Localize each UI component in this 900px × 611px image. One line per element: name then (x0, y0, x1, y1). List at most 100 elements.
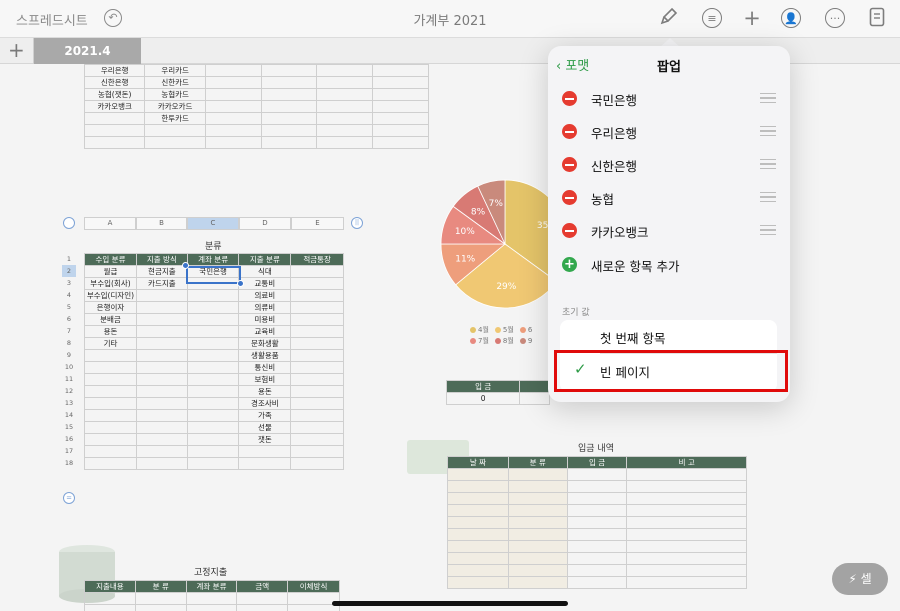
table-cell[interactable] (204, 112, 262, 125)
format-back-button[interactable]: ‹ 포맷 (556, 55, 589, 74)
row-number[interactable]: 4 (62, 289, 76, 301)
row-number[interactable]: 1 (62, 253, 76, 265)
sort-icon[interactable]: ≡ (702, 8, 722, 28)
table-cell[interactable]: 의료비 (238, 289, 292, 302)
popup-item-label[interactable]: 우리은행 (591, 123, 637, 142)
table-select-handle[interactable] (63, 217, 75, 229)
table-cell[interactable] (447, 552, 509, 565)
table-cell[interactable] (83, 136, 146, 149)
table-cell[interactable] (186, 385, 240, 398)
table-cell[interactable] (135, 385, 188, 398)
add-icon[interactable]: + (741, 7, 763, 29)
table-cell[interactable] (507, 516, 568, 529)
table-cell[interactable] (135, 457, 188, 470)
table-cell[interactable]: 미용비 (238, 313, 292, 326)
selection-handle-end[interactable] (237, 280, 244, 287)
undo-icon[interactable]: ↶ (104, 9, 122, 27)
table-cell[interactable] (290, 265, 344, 278)
drag-handle-icon[interactable] (760, 126, 776, 136)
row-resize-handle[interactable]: = (63, 492, 75, 504)
table-cell[interactable]: 생활용품 (238, 349, 292, 362)
table-cell[interactable] (144, 136, 206, 149)
table-cell[interactable] (290, 337, 344, 350)
table-cell[interactable] (290, 409, 344, 422)
more-icon[interactable]: ··· (825, 8, 845, 28)
table-cell[interactable] (507, 552, 568, 565)
table-cell[interactable]: 부수입(디자인) (84, 289, 137, 302)
table-cell[interactable] (316, 76, 374, 89)
table-cell[interactable] (204, 88, 262, 101)
row-number[interactable]: 7 (62, 325, 76, 337)
table-cell[interactable] (507, 468, 568, 481)
summary-value-extra[interactable] (519, 392, 550, 405)
table-cell[interactable] (626, 480, 747, 493)
table-cell[interactable]: 우리카드 (144, 64, 206, 77)
table-cell[interactable] (566, 528, 628, 541)
top-account-table[interactable]: 우리은행 우리카드 신한은행 신한카드 농협(잿돈) 농협카드 카카오뱅크 카카오카드 한투카드 (83, 64, 429, 149)
table-cell[interactable] (186, 409, 240, 422)
table-cell[interactable] (186, 421, 240, 434)
row-number[interactable]: 10 (62, 361, 76, 373)
column-letter-a[interactable]: A (84, 217, 136, 230)
table-cell[interactable] (290, 457, 344, 470)
table-cell[interactable]: 교육비 (238, 325, 292, 338)
table-cell[interactable]: 의류비 (238, 301, 292, 314)
table-cell[interactable] (447, 504, 509, 517)
table-cell[interactable] (186, 289, 240, 302)
table-cell[interactable] (135, 397, 188, 410)
table-cell[interactable]: 카카오뱅크 (83, 100, 146, 113)
table-cell[interactable] (204, 124, 262, 137)
row-number[interactable]: 6 (62, 313, 76, 325)
table-cell[interactable] (316, 124, 374, 137)
table-cell[interactable] (135, 301, 188, 314)
add-sheet-button[interactable]: + (8, 39, 25, 61)
table-cell[interactable] (290, 277, 344, 290)
table-cell[interactable]: 카드지출 (135, 277, 188, 290)
table-cell[interactable] (186, 361, 240, 374)
table-cell[interactable]: 경조사비 (238, 397, 292, 410)
table-cell[interactable]: 가족 (238, 409, 292, 422)
table-cell[interactable] (290, 325, 344, 338)
row-number[interactable]: 12 (62, 385, 76, 397)
table-cell[interactable] (447, 528, 509, 541)
table-cell[interactable] (260, 112, 318, 125)
document-icon[interactable] (866, 7, 888, 29)
table-cell[interactable] (186, 313, 240, 326)
table-cell[interactable] (186, 325, 240, 338)
table-cell[interactable] (260, 64, 318, 77)
drag-handle-icon[interactable] (760, 159, 776, 169)
collaborate-icon[interactable]: 👤 (781, 8, 801, 28)
table-cell[interactable] (186, 397, 240, 410)
table-cell[interactable] (626, 516, 747, 529)
table-cell[interactable] (566, 564, 628, 577)
table-cell[interactable] (84, 349, 137, 362)
table-cell[interactable] (566, 576, 628, 589)
table-cell[interactable] (507, 504, 568, 517)
table-cell[interactable] (260, 124, 318, 137)
table-cell[interactable] (447, 492, 509, 505)
table-cell[interactable] (290, 301, 344, 314)
table-cell[interactable] (507, 540, 568, 553)
table-cell[interactable] (260, 88, 318, 101)
row-number[interactable]: 14 (62, 409, 76, 421)
table-cell[interactable] (566, 468, 628, 481)
table-cell[interactable] (372, 136, 429, 149)
table-cell[interactable] (626, 492, 747, 505)
format-brush-icon[interactable] (658, 7, 680, 29)
table-cell[interactable] (507, 492, 568, 505)
table-cell[interactable] (135, 409, 188, 422)
table-cell[interactable] (84, 373, 137, 386)
table-cell[interactable] (507, 576, 568, 589)
table-cell[interactable]: 보험비 (238, 373, 292, 386)
row-number[interactable]: 17 (62, 445, 76, 457)
table-cell[interactable] (626, 528, 747, 541)
popup-item-kakao[interactable]: 카카오뱅크 (548, 214, 790, 247)
row-number[interactable]: 9 (62, 349, 76, 361)
table-cell[interactable] (372, 88, 429, 101)
row-number[interactable]: 13 (62, 397, 76, 409)
table-cell[interactable] (290, 397, 344, 410)
row-number[interactable]: 2 (62, 265, 76, 277)
delete-item-button[interactable] (562, 124, 577, 139)
table-cell[interactable] (290, 433, 344, 446)
table-cell[interactable] (135, 421, 188, 434)
